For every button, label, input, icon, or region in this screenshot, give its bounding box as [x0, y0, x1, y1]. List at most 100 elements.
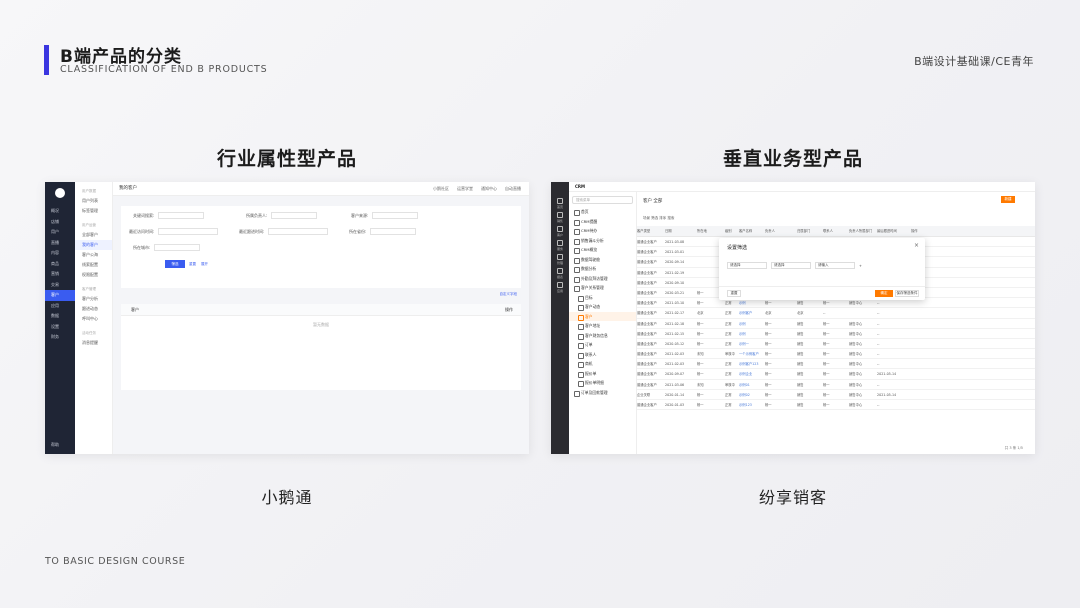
- owner-select[interactable]: [271, 212, 318, 219]
- side-menu-item[interactable]: 数据驾驶舱: [569, 255, 636, 265]
- column-header[interactable]: 客户名称: [739, 226, 765, 236]
- city-select[interactable]: [154, 244, 201, 251]
- topbar-link[interactable]: 自动直播: [505, 186, 521, 191]
- follow-date-range[interactable]: [268, 228, 329, 235]
- side-menu-item[interactable]: 订单及回款管理: [569, 388, 636, 398]
- nav-item[interactable]: 应用: [45, 301, 75, 312]
- table-cell[interactable]: 示例01: [739, 380, 765, 389]
- nav-item[interactable]: 直播: [45, 238, 75, 249]
- nav-item[interactable]: 客户: [551, 224, 569, 238]
- table-row[interactable]: 普通企业客户 2020-01-03 杨一 正常 示例123 杨一 销售 杨一 销售中心 --: [637, 400, 1035, 411]
- operator-select[interactable]: 请选择: [771, 262, 811, 269]
- table-cell[interactable]: 示例: [739, 329, 765, 338]
- column-header[interactable]: 客户类型: [637, 226, 665, 236]
- table-cell[interactable]: 一个示例客户: [739, 349, 765, 358]
- nav-item[interactable]: 首页: [551, 196, 569, 210]
- nav-item[interactable]: 营销: [45, 269, 75, 280]
- side-menu-item[interactable]: 商机: [569, 359, 636, 369]
- list-toolbar[interactable]: 场景 筛选 排序 搜索: [637, 212, 1035, 224]
- column-header[interactable]: 所在地: [697, 226, 725, 236]
- side-menu-item[interactable]: 客户关系管理: [569, 283, 636, 293]
- sub-nav-item[interactable]: 全部客户: [75, 230, 112, 240]
- nav-item[interactable]: 销售: [551, 210, 569, 224]
- sub-nav-item[interactable]: 标签管理: [75, 206, 112, 216]
- side-menu-item[interactable]: 客户地址: [569, 321, 636, 331]
- topbar-link[interactable]: 通知中心: [481, 186, 497, 191]
- side-menu-item[interactable]: 联系人: [569, 350, 636, 360]
- column-header[interactable]: 负责人所属部门: [849, 226, 877, 236]
- side-menu-item[interactable]: 数据分析: [569, 264, 636, 274]
- table-row[interactable]: 普通企业客户 2020-09-07 杨一 正常 示例企业 杨一 销售 杨一 销售中心 2021-0…: [637, 369, 1035, 380]
- nav-item[interactable]: 报表: [551, 266, 569, 280]
- table-row[interactable]: 普通企业客户 2021-03-06 未知 审核中 示例01 杨一 销售 杨一 销售中心 --: [637, 380, 1035, 390]
- side-menu-item[interactable]: CRM提醒: [569, 217, 636, 227]
- table-row[interactable]: 普通企业客户 2021-02-17 北京 正常 示例客户 北京 北京 -- --: [637, 308, 1035, 319]
- side-menu-item[interactable]: CRM概览: [569, 245, 636, 255]
- nav-item[interactable]: 内容: [45, 248, 75, 259]
- sub-nav-item[interactable]: 我的客户: [75, 240, 112, 250]
- side-menu-item[interactable]: 首页: [569, 207, 636, 217]
- reset-button[interactable]: 重置: [727, 290, 741, 297]
- nav-item[interactable]: 财务: [45, 332, 75, 343]
- table-row[interactable]: 普通企业客户 2020-05-12 杨一 正常 示例一 杨一 销售 杨一 销售中心 --: [637, 339, 1035, 350]
- province-select[interactable]: [370, 228, 417, 235]
- sub-nav-item[interactable]: 用户数据: [75, 186, 112, 196]
- sub-nav-item[interactable]: 消息提醒: [75, 338, 112, 348]
- keyword-input[interactable]: [158, 212, 205, 219]
- column-header[interactable]: 归属部门: [797, 226, 823, 236]
- filter-button[interactable]: 筛选: [165, 260, 185, 268]
- table-cell[interactable]: 示例客户: [739, 308, 765, 317]
- nav-item[interactable]: 商品: [45, 259, 75, 270]
- side-menu-item[interactable]: 订单: [569, 340, 636, 350]
- column-header[interactable]: 级别: [725, 226, 739, 236]
- table-row[interactable]: 普通企业客户 2021-02-18 杨一 正常 示例 杨一 销售 杨一 销售中心 --: [637, 319, 1035, 329]
- table-cell[interactable]: 示例企业: [739, 369, 765, 378]
- sub-nav-item[interactable]: 客户分析: [75, 294, 112, 304]
- nav-item[interactable]: 交易: [45, 280, 75, 291]
- nav-item[interactable]: 服务: [551, 238, 569, 252]
- sub-nav-item[interactable]: 客户公海: [75, 250, 112, 260]
- topbar-link[interactable]: 运营学堂: [457, 186, 473, 191]
- sub-nav-item[interactable]: 客户管理: [75, 284, 112, 294]
- menu-search-input[interactable]: 搜索菜单: [572, 196, 633, 204]
- table-cell[interactable]: 示例123: [739, 400, 765, 409]
- side-menu-item[interactable]: 外勤及拜访管理: [569, 274, 636, 284]
- nav-item[interactable]: 应用: [551, 280, 569, 294]
- side-menu-item[interactable]: 报价单明细: [569, 378, 636, 388]
- column-header[interactable]: 负责人: [765, 226, 797, 236]
- side-menu-item[interactable]: 客户: [569, 311, 636, 321]
- help-link[interactable]: 帮助: [51, 442, 59, 448]
- table-row[interactable]: 普通企业客户 2021-02-03 未知 审核中 一个示例客户 杨一 销售 杨一 销售中心 --: [637, 349, 1035, 360]
- nav-item[interactable]: 设置: [45, 322, 75, 333]
- side-menu-item[interactable]: 客户财务信息: [569, 331, 636, 341]
- nav-item[interactable]: 概况: [45, 206, 75, 217]
- column-header[interactable]: 最后跟进时间: [877, 226, 911, 236]
- table-row[interactable]: 普通企业客户 2021-02-15 杨一 正常 示例 杨一 销售 杨一 销售中心 --: [637, 329, 1035, 339]
- close-icon[interactable]: ×: [914, 242, 919, 249]
- sub-nav-item[interactable]: 用户列表: [75, 196, 112, 206]
- save-filter-button[interactable]: 保存筛选条件: [895, 290, 919, 297]
- nav-item[interactable]: 用户: [45, 227, 75, 238]
- new-button[interactable]: 新建: [1001, 196, 1015, 203]
- reset-link[interactable]: 重置: [189, 262, 196, 267]
- nav-item[interactable]: 客户: [45, 290, 75, 301]
- table-cell[interactable]: 示例: [739, 319, 765, 328]
- column-header[interactable]: 联系人: [823, 226, 849, 236]
- sub-nav-item[interactable]: 用户运营: [75, 220, 112, 230]
- table-cell[interactable]: 示例02: [739, 390, 765, 399]
- nav-item[interactable]: 管理: [551, 252, 569, 266]
- side-menu-item[interactable]: 客户动态: [569, 302, 636, 312]
- table-row[interactable]: 普通企业客户 2021-02-03 杨一 正常 示例客户123 杨一 销售 杨一 销售中心 --: [637, 359, 1035, 370]
- expand-link[interactable]: 展开: [201, 262, 208, 267]
- table-cell[interactable]: 示例一: [739, 339, 765, 348]
- field-select[interactable]: 请选择: [727, 262, 767, 269]
- source-select[interactable]: [372, 212, 419, 219]
- column-header[interactable]: 日期: [665, 226, 697, 236]
- pager[interactable]: 共 3 条 1/5: [1005, 446, 1023, 451]
- nav-item[interactable]: 数据: [45, 311, 75, 322]
- sub-nav-item[interactable]: 跟进动态: [75, 304, 112, 314]
- table-row[interactable]: 企业关联 2020-01-14 杨一 正常 示例02 杨一 销售 杨一 销售中心 2021-05-…: [637, 390, 1035, 400]
- sub-nav-item[interactable]: 线索配置: [75, 260, 112, 270]
- side-menu-item[interactable]: CRM待办: [569, 226, 636, 236]
- nav-item[interactable]: 店铺: [45, 217, 75, 228]
